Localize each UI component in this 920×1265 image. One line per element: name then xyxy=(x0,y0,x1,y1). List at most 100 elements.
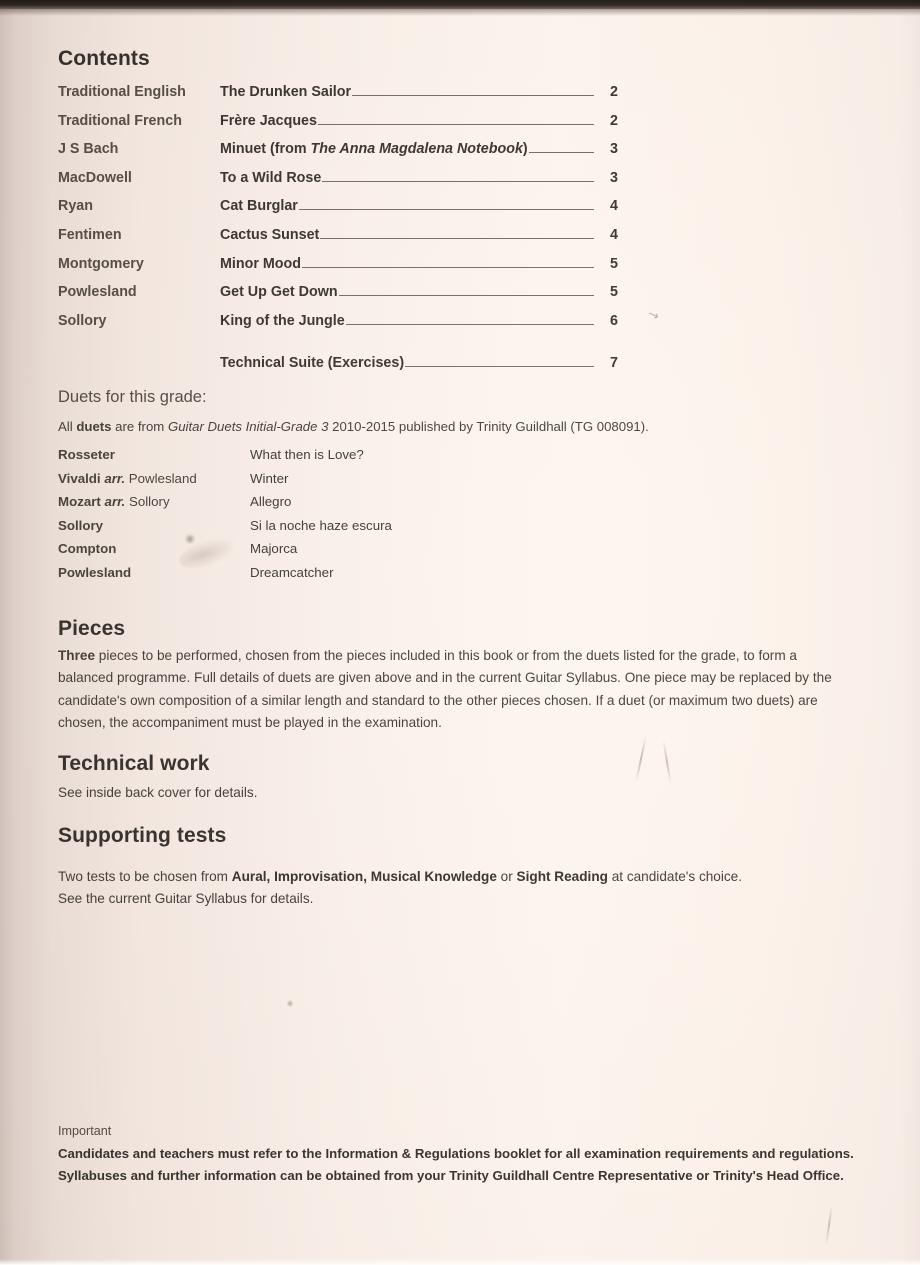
table-row: Montgomery Minor Mood 5 xyxy=(58,256,618,285)
paper-scratch xyxy=(662,740,671,784)
toc-title: Get Up Get Down xyxy=(220,284,338,301)
table-row: Sollory King of the Jungle 6 xyxy=(58,313,618,342)
duets-note-bold: duets xyxy=(76,419,112,434)
duets-heading: Duets for this grade: xyxy=(58,388,207,406)
toc-composer: Traditional English xyxy=(58,84,186,100)
contents-list: Traditional English The Drunken Sailor 2… xyxy=(58,84,618,384)
duet-composer-arranger: Powlesland xyxy=(125,470,197,486)
toc-title: King of the Jungle xyxy=(220,312,345,329)
paper-scratch xyxy=(825,1205,833,1245)
toc-composer: Fentimen xyxy=(58,226,122,243)
supporting-tests-body: Two tests to be chosen from Aural, Impro… xyxy=(58,866,878,911)
list-item: Sollory Si la noche haze escura xyxy=(58,518,578,542)
toc-page-number: 7 xyxy=(610,355,618,372)
paper-scratch xyxy=(635,735,647,783)
toc-leader xyxy=(322,180,594,182)
table-row: MacDowell To a Wild Rose 3 xyxy=(58,170,618,199)
duet-composer: Mozart arr. Sollory xyxy=(58,494,250,518)
technical-work-body: See inside back cover for details. xyxy=(58,785,258,800)
toc-composer: Ryan xyxy=(58,198,93,215)
duet-composer-name: Vivaldi xyxy=(58,470,105,486)
toc-composer: J S Bach xyxy=(58,141,119,158)
list-item: Compton Majorca xyxy=(58,541,578,565)
table-row: Ryan Cat Burglar 4 xyxy=(58,198,618,227)
toc-composer: Montgomery xyxy=(58,255,144,272)
toc-title: Technical Suite (Exercises) xyxy=(220,355,405,372)
toc-composer: Sollory xyxy=(58,312,107,329)
toc-composer: Powlesland xyxy=(58,284,137,301)
toc-title-post: ) xyxy=(522,141,528,158)
toc-leader xyxy=(317,123,594,125)
duets-note-pre: All xyxy=(58,419,77,434)
technical-work-heading: Technical work xyxy=(58,752,210,775)
duet-composer-name: Mozart xyxy=(58,494,105,510)
pencil-mark-icon: ↘ xyxy=(645,305,661,324)
pieces-lead-bold: Three xyxy=(58,648,96,663)
toc-page-number: 2 xyxy=(610,84,618,100)
duet-composer: Sollory xyxy=(58,518,250,542)
duet-title: What then is Love? xyxy=(250,447,364,462)
toc-leader xyxy=(528,151,594,154)
supporting-line1-pre: Two tests to be chosen from xyxy=(58,869,232,884)
duet-composer: Powlesland xyxy=(58,565,250,589)
scanner-bottom-band xyxy=(0,1259,920,1265)
duet-composer: Rosseter xyxy=(58,447,250,471)
toc-leader xyxy=(298,208,594,211)
toc-page-number: 3 xyxy=(610,169,618,186)
paper-speck xyxy=(286,1000,294,1007)
table-row: Traditional French Frère Jacques 2 xyxy=(58,113,618,142)
duet-title: Dreamcatcher xyxy=(250,564,334,580)
supporting-tests-heading: Supporting tests xyxy=(58,824,227,847)
duet-composer-arr: arr. xyxy=(104,470,126,486)
duet-title: Majorca xyxy=(250,541,298,557)
toc-page-number: 5 xyxy=(610,284,618,301)
page-content: Contents Traditional English The Drunken… xyxy=(0,0,920,1265)
toc-leader xyxy=(320,237,594,239)
toc-page-number: 4 xyxy=(610,198,618,215)
pieces-body: Three pieces to be performed, chosen fro… xyxy=(58,645,848,734)
duets-note-post: 2010-2015 published by Trinity Guildhall… xyxy=(328,419,649,434)
pieces-heading: Pieces xyxy=(58,617,126,640)
duet-composer: Compton xyxy=(58,541,250,565)
duets-note-mid: are from xyxy=(111,419,168,434)
duet-composer-arr: arr. xyxy=(104,494,126,510)
duet-composer-name: Sollory xyxy=(58,517,104,533)
toc-title: Minor Mood xyxy=(220,255,301,272)
toc-page-number: 6 xyxy=(610,312,618,329)
toc-leader xyxy=(352,94,594,96)
toc-leader xyxy=(338,294,594,297)
supporting-test-options: Aural, Improvisation, Musical Knowledge xyxy=(231,869,497,884)
table-row: Powlesland Get Up Get Down 5 xyxy=(58,284,618,313)
table-row: J S Bach Minuet (from The Anna Magdalena… xyxy=(58,141,618,170)
supporting-line1-post: at candidate's choice. xyxy=(607,869,743,884)
duets-source-note: All duets are from Guitar Duets Initial-… xyxy=(58,419,649,434)
supporting-line2: See the current Guitar Syllabus for deta… xyxy=(58,891,314,907)
toc-title: Cat Burglar xyxy=(220,198,298,215)
list-item: Rosseter What then is Love? xyxy=(58,447,578,471)
table-row: Technical Suite (Exercises) 7 xyxy=(58,355,618,384)
duet-composer-name: Powlesland xyxy=(58,564,132,580)
toc-page-number: 3 xyxy=(610,141,618,158)
toc-title-pre: Minuet (from xyxy=(220,141,311,158)
toc-leader xyxy=(345,323,594,325)
duets-list: Rosseter What then is Love? Vivaldi arr.… xyxy=(58,447,578,589)
toc-title: Frère Jacques xyxy=(220,112,317,129)
duets-note-title: Guitar Duets Initial-Grade 3 xyxy=(167,419,329,434)
toc-leader xyxy=(405,365,594,368)
table-row: Fentimen Cactus Sunset 4 xyxy=(58,227,618,256)
duet-composer-name: Rosseter xyxy=(58,447,115,462)
duet-title: Si la noche haze escura xyxy=(250,517,392,533)
supporting-test-sight-reading: Sight Reading xyxy=(516,869,608,884)
duet-composer-arranger: Sollory xyxy=(125,494,170,510)
page-title: Contents xyxy=(58,47,150,70)
list-item: Mozart arr. Sollory Allegro xyxy=(58,494,578,518)
toc-composer: Traditional French xyxy=(58,112,182,129)
supporting-line1-mid: or xyxy=(496,869,517,884)
duet-title: Allegro xyxy=(250,494,292,510)
toc-title: Cactus Sunset xyxy=(220,226,320,243)
toc-page-number: 2 xyxy=(610,112,618,129)
duet-composer: Vivaldi arr. Powlesland xyxy=(58,471,250,495)
list-item: Powlesland Dreamcatcher xyxy=(58,565,578,589)
table-row: Traditional English The Drunken Sailor 2 xyxy=(58,84,618,113)
toc-title: The Drunken Sailor xyxy=(220,84,352,100)
